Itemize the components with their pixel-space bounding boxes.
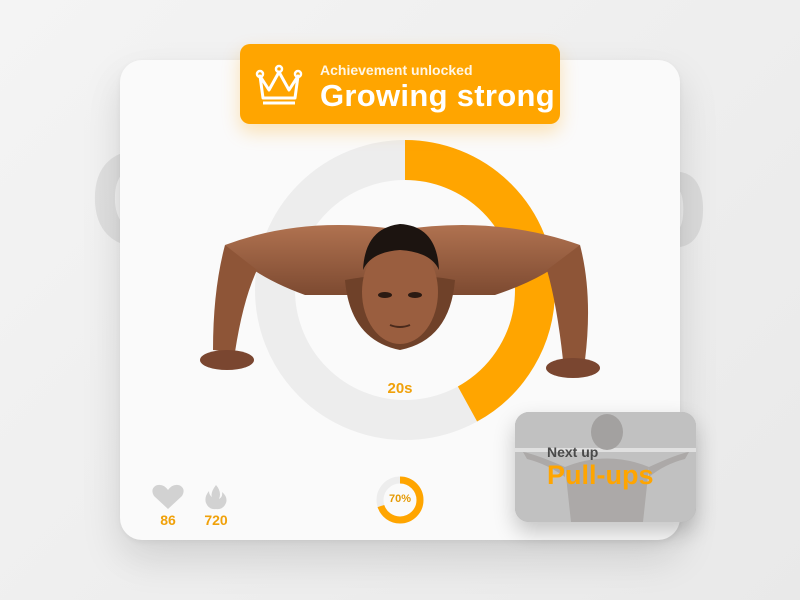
exercise-timer: 20s (387, 380, 413, 397)
calories-stat: 720 (196, 484, 236, 528)
heart-rate-stat: 86 (148, 484, 188, 528)
next-exercise-card[interactable]: Next up Pull-ups (515, 412, 696, 522)
next-exercise-title: Pull-ups (547, 460, 654, 490)
crown-icon (255, 64, 303, 105)
achievement-banner: Achievement unlocked Growing strong (240, 44, 560, 124)
calories-value: 720 (204, 512, 228, 528)
next-up-label: Next up (547, 444, 599, 460)
heart-rate-value: 86 (160, 512, 176, 528)
achievement-title: Growing strong (320, 78, 555, 113)
push-up-athlete-image (200, 224, 600, 378)
achievement-subtitle: Achievement unlocked (320, 62, 473, 78)
heart-icon (152, 484, 184, 509)
completion-percent: 70% (388, 493, 412, 505)
flame-icon (205, 485, 227, 510)
